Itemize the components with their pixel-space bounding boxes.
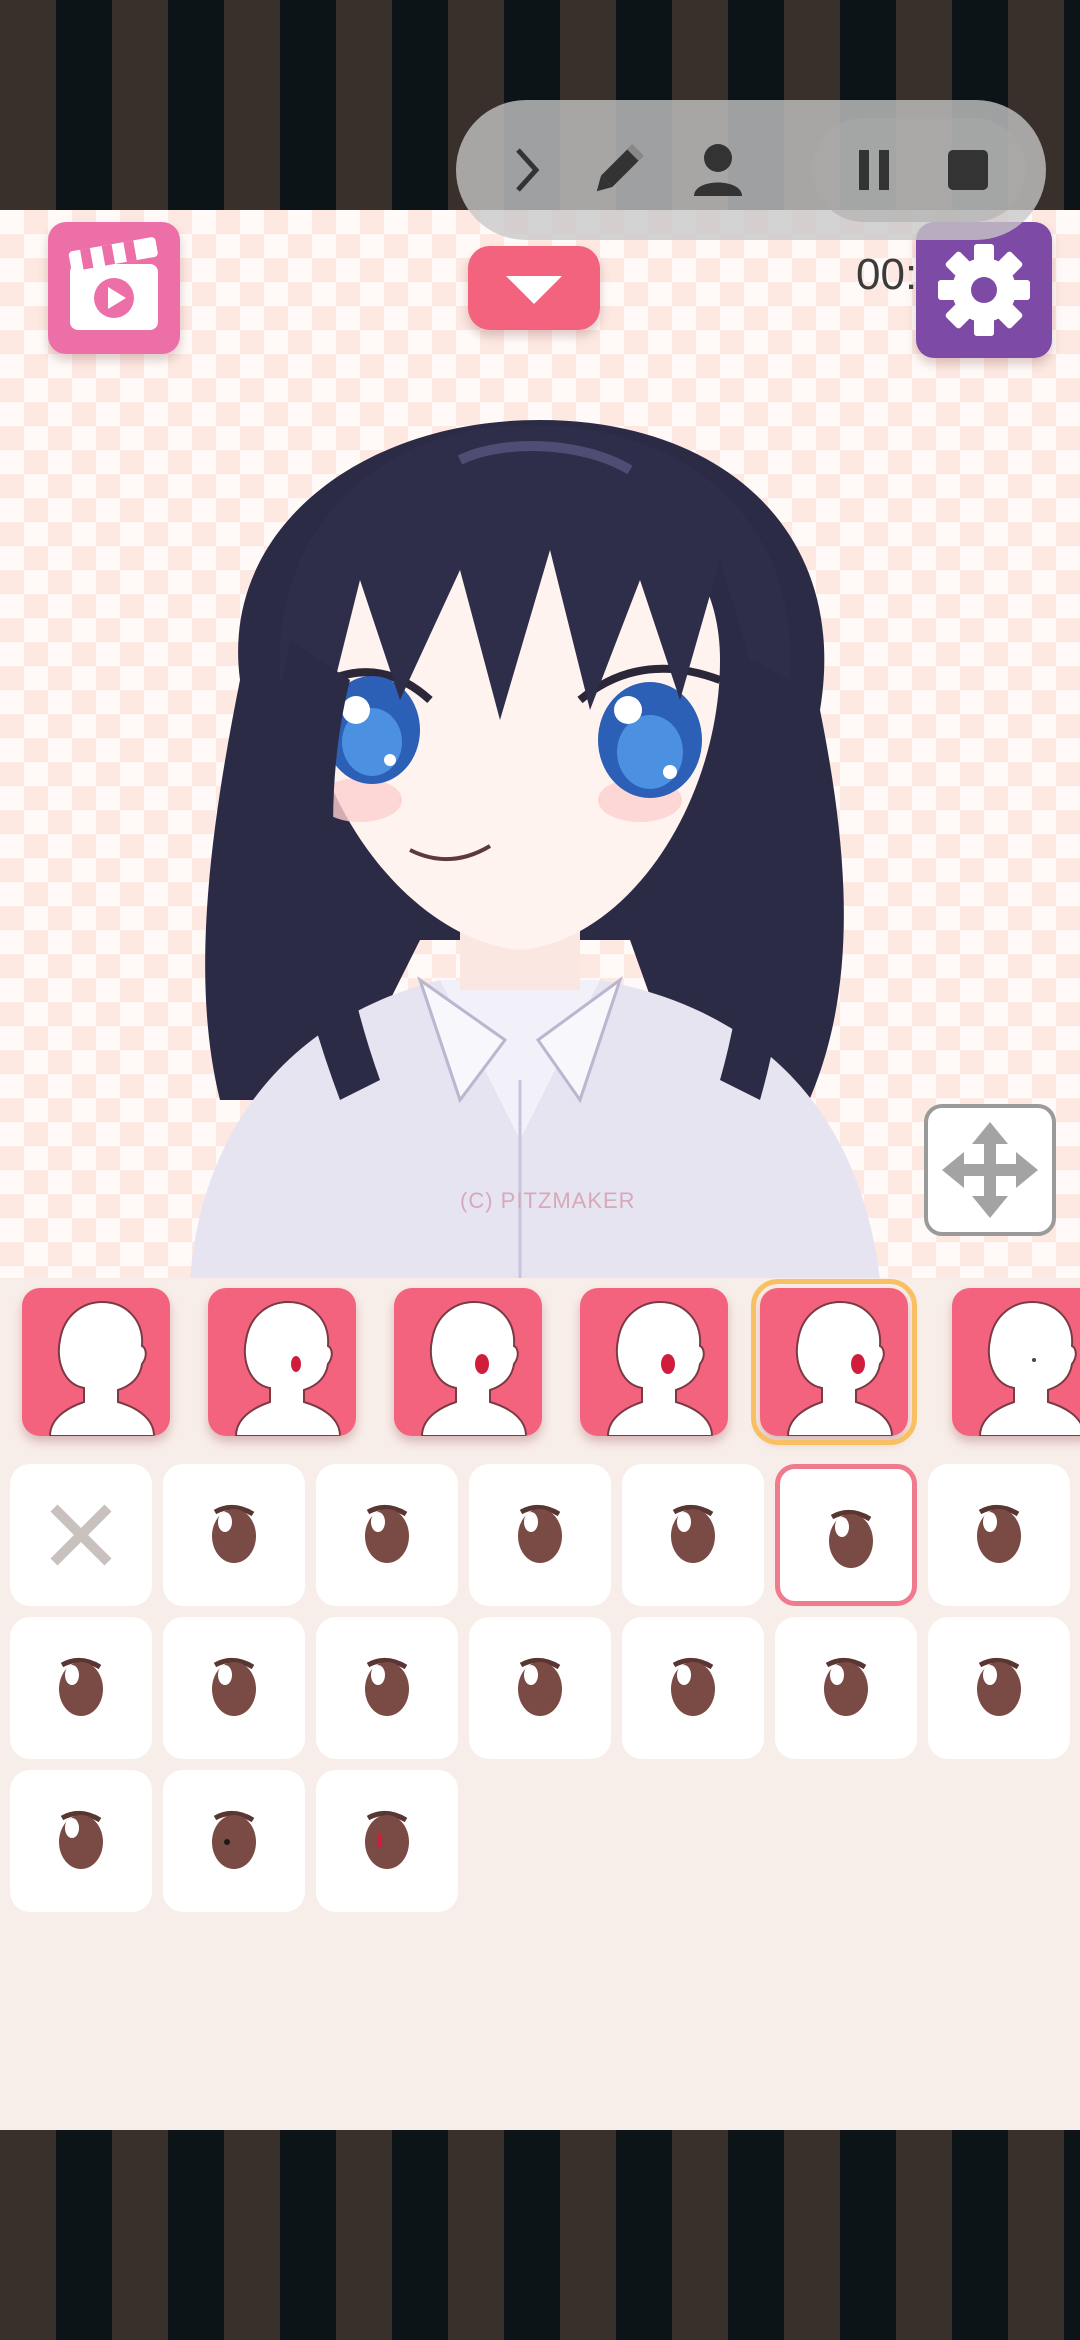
eye-style-option[interactable] bbox=[928, 1617, 1070, 1759]
eye-shape-icon bbox=[212, 1658, 256, 1716]
category-face-mouth[interactable] bbox=[952, 1288, 1080, 1436]
stop-recording-button[interactable] bbox=[918, 120, 1018, 220]
eye-shape-icon bbox=[977, 1658, 1021, 1716]
face-silhouette-icon bbox=[234, 1300, 342, 1436]
eye-shape-icon bbox=[518, 1505, 562, 1563]
category-face-eye-large[interactable] bbox=[751, 1279, 917, 1445]
eye-style-option[interactable] bbox=[775, 1464, 917, 1606]
eye-shape-icon bbox=[671, 1505, 715, 1563]
eye-shape-icon bbox=[829, 1510, 873, 1568]
expand-recorder-button[interactable] bbox=[476, 120, 576, 220]
chevron-right-icon bbox=[516, 148, 540, 192]
close-icon bbox=[50, 1504, 112, 1566]
category-face-eye-lashes[interactable] bbox=[580, 1288, 728, 1436]
face-silhouette-icon bbox=[48, 1300, 156, 1436]
screen-recorder-toolbar bbox=[456, 100, 1046, 240]
character-preview bbox=[190, 420, 880, 1278]
eye-shape-icon bbox=[977, 1505, 1021, 1563]
eye-style-option[interactable] bbox=[469, 1464, 611, 1606]
eye-style-option[interactable] bbox=[316, 1770, 458, 1912]
video-clapper-icon bbox=[68, 237, 158, 330]
person-icon bbox=[694, 144, 742, 196]
eye-shape-icon bbox=[365, 1658, 409, 1716]
eye-style-option[interactable] bbox=[622, 1464, 764, 1606]
eye-style-option[interactable] bbox=[469, 1617, 611, 1759]
character-canvas: 00:04 (C) PITZMAKER bbox=[0, 210, 1080, 1278]
eye-shape-icon bbox=[518, 1658, 562, 1716]
stop-icon bbox=[948, 150, 988, 190]
face-silhouette-icon bbox=[786, 1300, 894, 1436]
pencil-icon bbox=[596, 144, 644, 192]
eye-style-option[interactable] bbox=[928, 1464, 1070, 1606]
eye-style-option[interactable] bbox=[316, 1464, 458, 1606]
eye-style-option[interactable] bbox=[622, 1617, 764, 1759]
eye-style-none[interactable] bbox=[10, 1464, 152, 1606]
face-silhouette-icon bbox=[420, 1300, 528, 1436]
eye-shape-icon bbox=[365, 1811, 409, 1869]
face-silhouette-icon bbox=[606, 1300, 714, 1436]
category-face-eye-red-small[interactable] bbox=[208, 1288, 356, 1436]
eye-shape-icon bbox=[59, 1811, 103, 1869]
eye-shape-icon bbox=[671, 1658, 715, 1716]
eye-style-option[interactable] bbox=[10, 1617, 152, 1759]
settings-button[interactable] bbox=[916, 222, 1052, 358]
face-silhouette-icon bbox=[978, 1300, 1080, 1436]
customization-panel bbox=[0, 1278, 1080, 2130]
eye-style-option[interactable] bbox=[163, 1770, 305, 1912]
move-button[interactable] bbox=[924, 1104, 1056, 1236]
navigation-bar-background bbox=[0, 2130, 1080, 2340]
gear-icon bbox=[938, 244, 1030, 336]
collapse-panel-button[interactable] bbox=[468, 246, 600, 330]
eye-style-option[interactable] bbox=[163, 1464, 305, 1606]
eye-shape-icon bbox=[212, 1505, 256, 1563]
category-face-blank[interactable] bbox=[22, 1288, 170, 1436]
eye-style-option[interactable] bbox=[10, 1770, 152, 1912]
move-arrows-icon bbox=[942, 1122, 1038, 1218]
watermark: (C) PITZMAKER bbox=[460, 1188, 636, 1213]
pause-icon bbox=[859, 150, 889, 190]
video-button[interactable] bbox=[48, 222, 180, 354]
eye-shape-icon bbox=[212, 1811, 256, 1869]
eye-shape-icon bbox=[824, 1658, 868, 1716]
eye-style-option[interactable] bbox=[316, 1617, 458, 1759]
eye-style-option[interactable] bbox=[775, 1617, 917, 1759]
eye-shape-icon bbox=[59, 1658, 103, 1716]
category-face-eye-red-medium[interactable] bbox=[394, 1288, 542, 1436]
eye-shape-icon bbox=[365, 1505, 409, 1563]
pause-recording-button[interactable] bbox=[824, 120, 924, 220]
caret-down-icon bbox=[506, 276, 562, 304]
draw-button[interactable] bbox=[568, 120, 668, 220]
camera-overlay-button[interactable] bbox=[668, 120, 768, 220]
eye-style-option[interactable] bbox=[163, 1617, 305, 1759]
